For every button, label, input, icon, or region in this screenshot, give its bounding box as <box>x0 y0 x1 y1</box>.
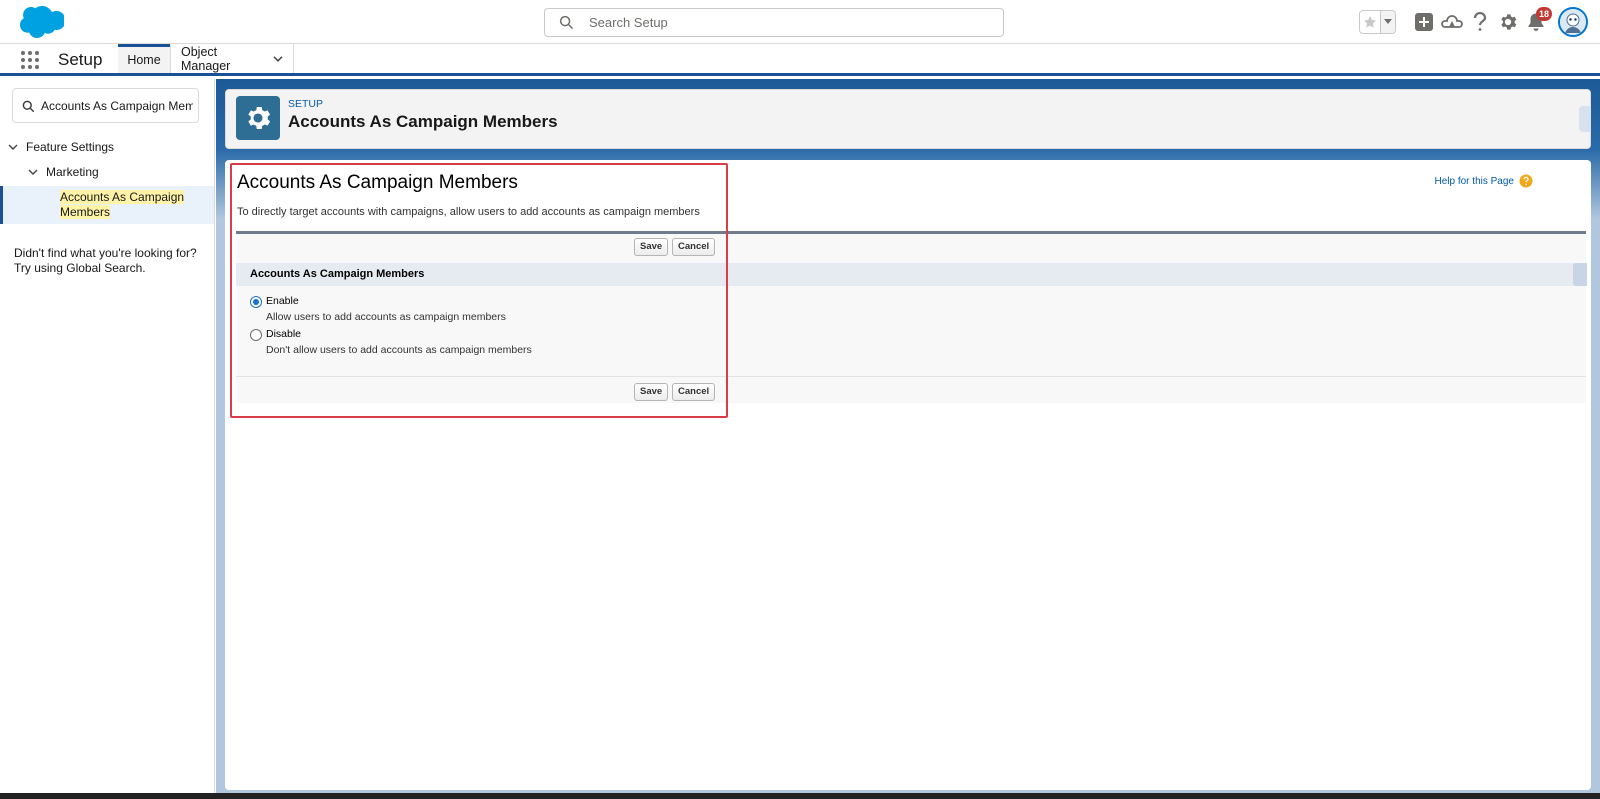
not-found-line1: Didn't find what you're looking for? <box>14 246 197 260</box>
salesforce-logo[interactable] <box>12 5 66 41</box>
option-label: Enable <box>266 295 299 307</box>
content-description: To directly target accounts with campaig… <box>237 206 700 218</box>
trailhead-guidance-icon[interactable] <box>1438 8 1466 36</box>
tree-item-label: Accounts As Campaign Members <box>60 190 185 219</box>
option-label: Disable <box>266 328 302 340</box>
tree-item-accounts-as-campaign-members[interactable]: Accounts As Campaign Members <box>0 186 214 224</box>
option-description: Don't allow users to add accounts as cam… <box>266 344 532 356</box>
cancel-button[interactable]: Cancel <box>672 238 716 256</box>
setup-gear-icon <box>236 96 280 140</box>
section-title: Accounts As Campaign Members <box>250 268 425 280</box>
not-found-line2: Try using Global Search. <box>14 260 146 275</box>
enable-radio[interactable] <box>250 296 262 308</box>
help-circle-icon <box>1519 174 1533 188</box>
help-link-label: Help for this Page <box>1434 175 1515 187</box>
settings-block: Save Cancel Accounts As Campaign Members… <box>236 231 1587 406</box>
content-title: Accounts As Campaign Members <box>237 172 518 193</box>
tab-object-manager-label: Object Manager <box>181 44 231 73</box>
tree-item-feature-settings[interactable]: Feature Settings <box>8 140 114 154</box>
tab-object-manager[interactable]: Object Manager <box>170 44 294 73</box>
global-search[interactable] <box>544 8 1004 37</box>
tree-item-label: Feature Settings <box>26 140 115 154</box>
favorites-star-icon[interactable] <box>1360 11 1382 33</box>
chevron-down-icon <box>8 144 18 150</box>
setup-sidebar: Feature Settings Marketing Accounts As C… <box>0 79 215 799</box>
notification-count-badge: 18 <box>1535 7 1552 21</box>
favorites-group <box>1359 10 1396 34</box>
section-collapse-toggle[interactable] <box>1573 263 1587 286</box>
app-launcher-icon[interactable] <box>20 50 40 70</box>
content-card: Accounts As Campaign Members Help for th… <box>225 160 1591 790</box>
tree-item-marketing[interactable]: Marketing <box>28 165 99 179</box>
help-for-page-link[interactable]: Help for this Page <box>1435 174 1534 188</box>
user-avatar[interactable] <box>1558 7 1588 37</box>
tree-item-label: Marketing <box>46 165 99 179</box>
chevron-down-icon[interactable] <box>273 55 283 63</box>
disable-radio[interactable] <box>250 329 262 341</box>
page-title: Accounts As Campaign Members <box>288 112 558 131</box>
bottom-strip <box>0 793 1600 799</box>
help-icon[interactable] <box>1466 8 1494 36</box>
option-description: Allow users to add accounts as campaign … <box>266 311 506 323</box>
cancel-button[interactable]: Cancel <box>672 383 716 401</box>
app-name: Setup <box>58 50 103 69</box>
tab-home[interactable]: Home <box>118 44 170 73</box>
section-header: Accounts As Campaign Members <box>236 263 1587 286</box>
notifications-bell-icon[interactable]: 18 <box>1522 7 1552 36</box>
page-header: SETUP Accounts As Campaign Members <box>225 89 1591 149</box>
button-row-top: Save Cancel <box>236 234 1586 262</box>
global-header: 18 <box>0 0 1600 44</box>
tab-home-label: Home <box>127 53 161 67</box>
favorites-dropdown-icon[interactable] <box>1381 11 1395 33</box>
header-actions: 18 <box>1359 7 1588 37</box>
context-bar: Setup Home Object Manager <box>0 44 1600 76</box>
save-button[interactable]: Save <box>634 383 669 401</box>
chevron-down-icon <box>28 169 38 175</box>
quick-find-input[interactable] <box>41 97 193 115</box>
setup-gear-icon[interactable] <box>1494 8 1522 36</box>
search-input[interactable] <box>589 12 989 33</box>
global-actions-add-icon[interactable] <box>1410 8 1438 36</box>
not-found-hint: Didn't find what you're looking for? Try… <box>14 246 204 275</box>
save-button[interactable]: Save <box>634 238 669 256</box>
button-row-bottom: Save Cancel <box>236 376 1586 406</box>
quick-find-box[interactable] <box>12 88 199 123</box>
search-icon <box>559 15 574 30</box>
side-panel-toggle[interactable] <box>1579 106 1591 132</box>
page-eyebrow: SETUP <box>288 98 324 110</box>
search-icon <box>22 100 35 113</box>
